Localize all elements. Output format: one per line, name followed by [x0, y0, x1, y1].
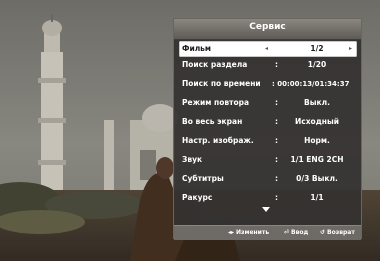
menu-item-value: Норм. — [304, 136, 330, 145]
service-menu: Сервис Фильм ◂ 1/2 ▸ Поиск раздела : 1/2… — [173, 18, 362, 240]
menu-item-time-search[interactable]: Поиск по времени : 00:00:13/01:34:37 — [179, 76, 357, 92]
arrow-left-icon[interactable]: ◂ — [265, 41, 268, 57]
left-right-icon: ◂▸ — [228, 229, 235, 236]
menu-item-value: : 00:00:13/01:34:37 — [272, 80, 350, 88]
menu-item-film[interactable]: Фильм ◂ 1/2 ▸ — [179, 41, 357, 57]
menu-item-label: Во весь экран — [182, 117, 243, 126]
menu-item-subtitles[interactable]: Субтитры : 0/3 Выкл. — [179, 171, 357, 187]
menu-item-angle[interactable]: Ракурс : 1/1 — [179, 190, 357, 206]
menu-item-label: Субтитры — [182, 174, 224, 183]
menu-item-label: Поиск раздела — [182, 60, 248, 69]
menu-item-label: Фильм — [182, 44, 212, 53]
menu-header: Сервис — [174, 19, 361, 40]
enter-hint: ⏎ Ввод — [284, 226, 308, 240]
menu-item-picture-settings[interactable]: Настр. изображ. : Норм. — [179, 133, 357, 149]
menu-item-full-screen[interactable]: Во весь экран : Исходный — [179, 114, 357, 130]
menu-item-label: Режим повтора — [182, 98, 250, 107]
return-icon: ↺ — [320, 229, 326, 236]
change-hint: ◂▸ Изменить — [228, 226, 269, 240]
menu-footer: ◂▸ Изменить ⏎ Ввод ↺ Возврат — [174, 225, 361, 240]
menu-item-repeat-mode[interactable]: Режим повтора : Выкл. — [179, 95, 357, 111]
menu-item-value: 1/2 — [310, 44, 324, 53]
menu-item-value: 0/3 Выкл. — [296, 174, 338, 183]
return-hint: ↺ Возврат — [320, 226, 355, 240]
menu-item-label: Поиск по времени — [182, 79, 261, 88]
return-label: Возврат — [327, 229, 355, 236]
enter-label: Ввод — [291, 229, 309, 236]
menu-item-audio[interactable]: Звук : 1/1 ENG 2CH — [179, 152, 357, 168]
menu-item-value: Исходный — [295, 117, 339, 126]
scroll-down-icon[interactable] — [262, 207, 270, 212]
menu-item-value: 1/1 ENG 2CH — [290, 155, 344, 164]
arrow-right-icon[interactable]: ▸ — [349, 41, 352, 57]
menu-item-label: Настр. изображ. — [182, 136, 254, 145]
enter-icon: ⏎ — [284, 229, 290, 236]
menu-title: Сервис — [249, 22, 286, 32]
menu-item-value: 1/1 — [310, 193, 324, 202]
menu-item-label: Ракурс — [182, 193, 213, 202]
menu-item-value: 1/20 — [307, 60, 327, 69]
menu-item-chapter-search[interactable]: Поиск раздела : 1/20 — [179, 57, 357, 73]
menu-item-value: Выкл. — [304, 98, 330, 107]
menu-item-label: Звук — [182, 155, 203, 164]
change-label: Изменить — [236, 229, 270, 236]
